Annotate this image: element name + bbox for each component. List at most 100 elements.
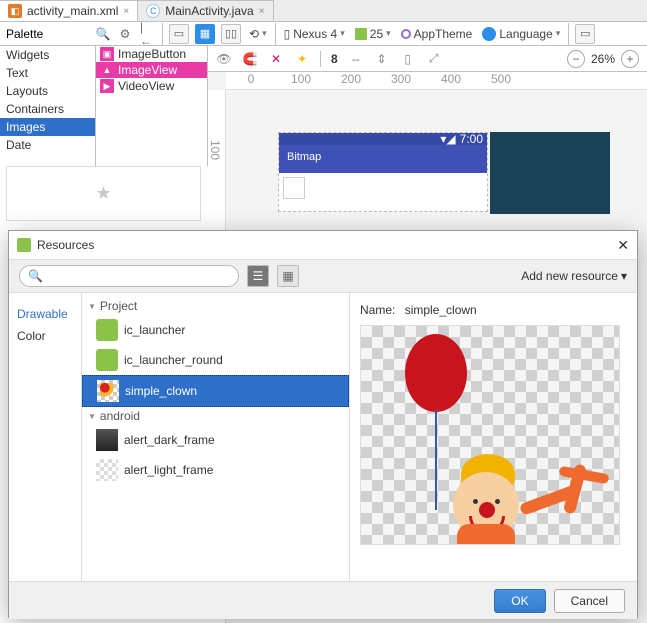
rotate-icon: ⟲ [249, 27, 259, 41]
guidelines-icon[interactable]: ▯ [400, 51, 416, 67]
group-project[interactable]: ▼Project [82, 297, 349, 315]
res-ic-launcher-round[interactable]: ic_launcher_round [82, 345, 349, 375]
group-android[interactable]: ▼android [82, 407, 349, 425]
tab-main-activity[interactable]: C MainActivity.java × [138, 0, 273, 21]
palette-categories: Widgets Text Layouts Containers Images D… [0, 46, 96, 166]
item-label: ImageView [118, 63, 177, 77]
gear-icon[interactable]: ⚙ [118, 27, 132, 41]
cat-widgets[interactable]: Widgets [0, 46, 95, 64]
item-imageview[interactable]: ▲ImageView [96, 62, 207, 78]
cat-text[interactable]: Text [0, 64, 95, 82]
infer-constraints-icon[interactable]: ✦ [294, 51, 310, 67]
item-label: ImageButton [118, 47, 186, 61]
design-view-button[interactable]: ▭ [169, 24, 189, 44]
add-new-resource[interactable]: Add new resource▾ [521, 269, 627, 283]
res-label: alert_dark_frame [124, 433, 215, 447]
theme-dropdown[interactable]: AppTheme [399, 27, 475, 41]
star-icon: ★ [95, 183, 111, 204]
language-label: Language [499, 27, 552, 41]
language-dropdown[interactable]: Language▾ [480, 27, 562, 41]
chevron-down-icon: ▾ [262, 28, 267, 39]
chevron-down-icon: ▾ [621, 269, 627, 283]
close-icon[interactable]: × [259, 6, 265, 17]
palette-preview: ★ [6, 166, 201, 221]
divider [320, 51, 321, 67]
chevron-down-icon: ▾ [340, 28, 345, 39]
chevron-down-icon: ▼ [88, 302, 96, 311]
device-frame[interactable]: ▾◢ 7:00 Bitmap [278, 132, 488, 212]
layout-variants-button[interactable]: ▭ [575, 24, 595, 44]
balloon-graphic [405, 334, 467, 412]
clown-eye-graphic [473, 499, 478, 504]
resource-type-list: Drawable Color [9, 293, 81, 581]
theme-icon [401, 29, 411, 39]
api-dropdown[interactable]: 25▾ [353, 27, 393, 41]
type-color[interactable]: Color [17, 325, 73, 347]
add-new-label: Add new resource [521, 269, 618, 283]
phone-icon: ▯ [284, 27, 291, 41]
name-value: simple_clown [405, 303, 477, 317]
zoom-out-button[interactable]: − [567, 50, 585, 68]
dialog-body: Drawable Color ▼Project ic_launcher ic_l… [9, 293, 637, 581]
signal-icon: ▾◢ [440, 132, 455, 146]
tick: 200 [326, 72, 376, 89]
placed-imageview[interactable] [283, 177, 305, 199]
cat-images[interactable]: Images [0, 118, 95, 136]
tab-activity-main[interactable]: ◧ activity_main.xml × [0, 0, 138, 21]
res-simple-clown[interactable]: simple_clown [82, 375, 349, 407]
device-content [279, 173, 487, 201]
res-alert-light-frame[interactable]: alert_light_frame [82, 455, 349, 485]
resources-dialog: Resources ✕ 🔍 ☰ ▦ Add new resource▾ Draw… [8, 230, 638, 618]
resource-tree: ▼Project ic_launcher ic_launcher_round s… [82, 293, 350, 581]
btn-label: Cancel [571, 594, 608, 608]
expand-icon[interactable]: ⤢ [426, 51, 442, 67]
res-label: ic_launcher_round [124, 353, 223, 367]
res-label: ic_launcher [124, 323, 185, 337]
cat-layouts[interactable]: Layouts [0, 82, 95, 100]
time: 7:00 [460, 132, 483, 146]
item-videoview[interactable]: ▶VideoView [96, 78, 207, 94]
cancel-button[interactable]: Cancel [554, 589, 625, 613]
magnet-icon[interactable]: 🧲 [242, 51, 258, 67]
search-icon: 🔍 [28, 269, 43, 283]
clear-constraints-icon[interactable]: ✕ [268, 51, 284, 67]
list-view-button[interactable]: ☰ [247, 265, 269, 287]
collapse-icon[interactable]: |← [140, 27, 154, 41]
both-view-button[interactable]: ▯▯ [221, 24, 241, 44]
balloon-string-graphic [435, 410, 437, 510]
ok-button[interactable]: OK [494, 589, 545, 613]
drawable-icon [96, 319, 118, 341]
res-alert-dark-frame[interactable]: alert_dark_frame [82, 425, 349, 455]
tick: 300 [376, 72, 426, 89]
tick: 0 [226, 72, 276, 89]
android-icon [17, 238, 31, 252]
close-icon[interactable]: × [123, 6, 129, 17]
device-label: Nexus 4 [293, 27, 337, 41]
cat-containers[interactable]: Containers [0, 100, 95, 118]
device-dropdown[interactable]: ▯Nexus 4▾ [282, 27, 347, 41]
res-label: alert_light_frame [124, 463, 213, 477]
palette-tools: 🔍 ⚙ |← [96, 27, 162, 41]
tab-label: activity_main.xml [27, 4, 118, 18]
grid-view-button[interactable]: ▦ [277, 265, 299, 287]
type-drawable[interactable]: Drawable [17, 303, 73, 325]
align-icon[interactable]: ⇔ [348, 51, 364, 67]
eye-icon[interactable]: 👁 [216, 51, 232, 67]
app-bar: Bitmap [279, 145, 487, 173]
tick: 100 [276, 72, 326, 89]
pack-icon[interactable]: ⇕ [374, 51, 390, 67]
zoom-in-button[interactable]: + [621, 50, 639, 68]
item-imagebutton[interactable]: ▣ImageButton [96, 46, 207, 62]
res-ic-launcher[interactable]: ic_launcher [82, 315, 349, 345]
name-label: Name: [360, 303, 395, 317]
blueprint-view-button[interactable]: ▦ [195, 24, 215, 44]
orientation-dropdown[interactable]: ⟲▾ [247, 27, 269, 41]
search-input[interactable]: 🔍 [19, 265, 239, 287]
margin-value[interactable]: 8 [331, 52, 338, 66]
close-icon[interactable]: ✕ [617, 237, 629, 254]
blueprint-panel [490, 132, 610, 214]
drawable-icon [96, 349, 118, 371]
cat-date[interactable]: Date [0, 136, 95, 154]
palette-toolbar-row: Palette 🔍 ⚙ |← ▭ ▦ ▯▯ ⟲▾ ▯Nexus 4▾ 25▾ A… [0, 22, 647, 46]
search-icon[interactable]: 🔍 [96, 27, 110, 41]
